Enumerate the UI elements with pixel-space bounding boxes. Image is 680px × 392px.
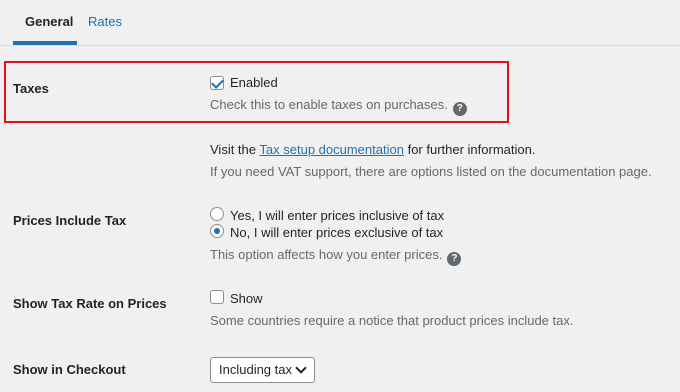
vat-support-note: If you need VAT support, there are optio… [210, 164, 652, 179]
taxes-enabled-label[interactable]: Enabled [230, 75, 278, 90]
prices-inclusive-label[interactable]: Yes, I will enter prices inclusive of ta… [230, 208, 444, 223]
tax-doc-prefix: Visit the [210, 142, 257, 157]
show-tax-rate-checkbox[interactable] [210, 290, 224, 304]
tab-general[interactable]: General [25, 14, 73, 29]
taxes-label: Taxes [13, 81, 49, 96]
prices-inclusive-radio[interactable] [210, 207, 224, 221]
settings-tabs: General Rates [0, 0, 680, 46]
prices-include-tax-description: This option affects how you enter prices… [210, 247, 462, 266]
active-tab-indicator [13, 41, 77, 45]
taxes-description-text: Check this to enable taxes on purchases. [210, 97, 448, 112]
question-circle-icon[interactable]: ? [447, 252, 462, 266]
taxes-enabled-checkbox[interactable] [210, 76, 224, 90]
tax-setup-documentation-link[interactable]: Tax setup documentation [259, 142, 404, 157]
tab-rates[interactable]: Rates [88, 14, 122, 29]
tax-doc-suffix: for further information. [407, 142, 536, 157]
prices-description-text: This option affects how you enter prices… [210, 247, 443, 262]
show-tax-rate-label: Show Tax Rate on Prices [13, 296, 167, 311]
prices-include-tax-label: Prices Include Tax [13, 213, 127, 228]
show-tax-rate-checkbox-label[interactable]: Show [230, 291, 263, 306]
show-tax-rate-description: Some countries require a notice that pro… [210, 313, 574, 328]
show-in-checkout-label: Show in Checkout [13, 362, 126, 377]
show-in-checkout-value: Including tax [219, 362, 292, 377]
prices-exclusive-label[interactable]: No, I will enter prices exclusive of tax [230, 225, 443, 240]
chevron-down-icon [295, 362, 307, 374]
question-circle-icon[interactable]: ? [452, 102, 467, 116]
taxes-description: Check this to enable taxes on purchases.… [210, 97, 467, 116]
prices-exclusive-radio[interactable] [210, 224, 224, 238]
tax-doc-info: Visit the Tax setup documentation for fu… [210, 142, 535, 157]
show-in-checkout-select[interactable]: Including tax [210, 357, 315, 383]
